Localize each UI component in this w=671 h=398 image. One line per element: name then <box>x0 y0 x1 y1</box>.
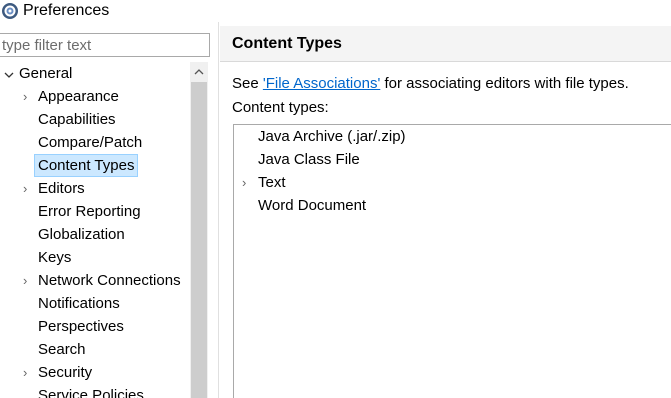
chevron-right-icon[interactable]: › <box>23 85 27 108</box>
content-type-label: Java Archive (.jar/.zip) <box>258 128 406 145</box>
tree-item-label: Perspectives <box>38 318 124 335</box>
chevron-right-icon[interactable]: › <box>23 361 27 384</box>
preferences-gear-icon <box>1 2 19 20</box>
content-type-java-archive[interactable]: Java Archive (.jar/.zip) <box>234 125 671 148</box>
tree-scrollbar[interactable] <box>190 62 208 398</box>
page-header: Content Types <box>220 26 671 62</box>
tree-item-label: Appearance <box>38 88 119 105</box>
tree-item-search[interactable]: Search <box>0 338 190 361</box>
preferences-tree: General › Appearance Capabilities Compar… <box>0 62 190 398</box>
content-types-tree[interactable]: Java Archive (.jar/.zip) Java Class File… <box>233 124 671 398</box>
content-type-label: Java Class File <box>258 151 360 168</box>
tree-item-label: Error Reporting <box>38 203 141 220</box>
chevron-right-icon[interactable]: › <box>23 177 27 200</box>
chevron-right-icon[interactable]: › <box>242 171 246 194</box>
tree-item-label: Globalization <box>38 226 125 243</box>
tree-item-error-reporting[interactable]: Error Reporting <box>0 200 190 223</box>
window-title: Preferences <box>23 2 110 19</box>
page-title: Content Types <box>232 35 342 52</box>
content-type-java-class-file[interactable]: Java Class File <box>234 148 671 171</box>
tree-item-label: Service Policies <box>38 387 144 398</box>
tree-item-globalization[interactable]: Globalization <box>0 223 190 246</box>
tree-item-label: Notifications <box>38 295 120 312</box>
scroll-up-button[interactable] <box>190 62 208 80</box>
chevron-up-icon <box>194 63 204 80</box>
file-associations-link[interactable]: 'File Associations' <box>263 75 380 92</box>
tree-item-label: Compare/Patch <box>38 134 143 151</box>
tree-item-label: Capabilities <box>38 111 116 128</box>
filter-input[interactable] <box>0 33 210 57</box>
tree-item-network-connections[interactable]: › Network Connections <box>0 269 190 292</box>
chevron-down-icon[interactable] <box>4 62 14 85</box>
tree-item-keys[interactable]: Keys <box>0 246 190 269</box>
tree-item-label: Content Types <box>34 154 139 177</box>
left-pane: General › Appearance Capabilities Compar… <box>0 22 219 398</box>
tree-item-content-types[interactable]: Content Types <box>0 154 190 177</box>
tree-item-appearance[interactable]: › Appearance <box>0 85 190 108</box>
tree-item-general[interactable]: General <box>0 62 190 85</box>
content-type-text[interactable]: › Text <box>234 171 671 194</box>
content-type-word-document[interactable]: Word Document <box>234 194 671 217</box>
title-bar: Preferences <box>0 0 671 22</box>
tree-item-notifications[interactable]: Notifications <box>0 292 190 315</box>
description-prefix: See <box>232 75 263 92</box>
tree-item-security[interactable]: › Security <box>0 361 190 384</box>
tree-item-perspectives[interactable]: Perspectives <box>0 315 190 338</box>
tree-item-service-policies[interactable]: Service Policies <box>0 384 190 398</box>
tree-item-editors[interactable]: › Editors <box>0 177 190 200</box>
tree-item-label: Editors <box>38 180 85 197</box>
description-suffix: for associating editors with file types. <box>380 75 629 92</box>
content-types-label: Content types: <box>232 99 329 116</box>
content-types-page: Content Types See 'File Associations' fo… <box>220 22 671 398</box>
tree-item-compare-patch[interactable]: Compare/Patch <box>0 131 190 154</box>
tree-item-label: Security <box>38 364 93 381</box>
chevron-right-icon[interactable]: › <box>23 269 27 292</box>
tree-item-label: Keys <box>38 249 72 266</box>
page-description: See 'File Associations' for associating … <box>232 75 629 92</box>
scroll-thumb[interactable] <box>191 82 207 398</box>
tree-item-label: Search <box>38 341 86 358</box>
content-type-label: Text <box>258 174 286 191</box>
tree-item-label: Network Connections <box>38 272 181 289</box>
tree-item-label: General <box>19 65 73 82</box>
tree-item-capabilities[interactable]: Capabilities <box>0 108 190 131</box>
content-type-label: Word Document <box>258 197 367 214</box>
